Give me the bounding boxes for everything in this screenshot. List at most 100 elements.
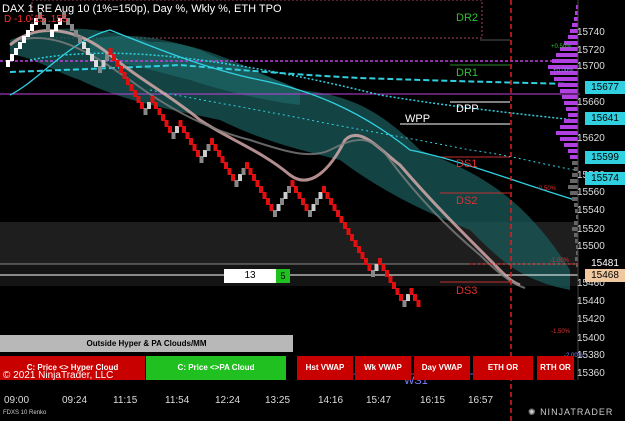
eth-or-button[interactable]: ETH OR: [473, 356, 533, 380]
price-marker: 15599: [585, 151, 625, 164]
renko-brick: [199, 156, 204, 163]
time-tick: 12:24: [215, 395, 241, 406]
renko-brick: [6, 60, 10, 67]
renko-brick: [147, 102, 151, 109]
wk-vwap-button[interactable]: Wk VWAP: [355, 356, 411, 380]
renko-brick: [280, 198, 284, 205]
price-tick: 15660: [577, 97, 605, 108]
renko-brick: [343, 222, 347, 229]
tpo-bar: [552, 59, 578, 63]
renko-brick: [374, 264, 379, 271]
renko-brick: [238, 174, 242, 181]
renko-brick: [413, 294, 417, 301]
renko-brick: [82, 42, 86, 49]
instrument-label: FDXS 10 Renko: [3, 410, 47, 416]
renko-brick: [161, 114, 165, 121]
copyright-text: © 2021 NinjaTrader, LLC: [3, 370, 114, 381]
renko-brick: [283, 192, 288, 199]
renko-brick: [329, 198, 333, 205]
pct-label: -1.00%: [550, 258, 570, 264]
renko-brick: [248, 168, 253, 175]
renko-brick: [26, 30, 30, 37]
tpo-bar: [572, 161, 578, 165]
price-tick: 15400: [577, 333, 605, 344]
renko-brick: [18, 42, 22, 49]
time-tick: 16:57: [468, 395, 494, 406]
renko-brick: [364, 258, 368, 265]
renko-brick: [98, 66, 102, 73]
renko-brick: [301, 198, 305, 205]
renko-brick: [308, 210, 312, 217]
renko-brick: [185, 132, 190, 139]
pct-label: -1.50%: [551, 329, 571, 335]
renko-brick: [210, 138, 214, 145]
price-tick: 15360: [577, 368, 605, 379]
renko-brick: [367, 264, 372, 271]
renko-brick: [175, 126, 179, 133]
renko-brick: [371, 270, 375, 277]
renko-brick: [346, 228, 351, 235]
renko-brick: [339, 216, 344, 223]
renko-brick: [255, 180, 260, 187]
renko-brick: [266, 198, 270, 205]
tpo-bar: [568, 113, 578, 117]
tpo-bar: [574, 17, 578, 21]
renko-brick: [392, 282, 396, 289]
time-tick: 09:24: [62, 395, 88, 406]
hst-vwap-button[interactable]: Hst VWAP: [297, 356, 353, 380]
renko-brick: [192, 144, 197, 151]
tpo-bar: [556, 131, 578, 135]
time-tick: 13:25: [265, 395, 291, 406]
renko-brick: [220, 156, 225, 163]
level-wpp: WPP: [405, 113, 431, 125]
price-pa-cloud-button[interactable]: C: Price <>PA Cloud: [146, 356, 286, 380]
renko-brick: [112, 54, 116, 61]
renko-brick: [325, 192, 330, 199]
renko-brick: [294, 186, 298, 193]
price-tick: 15700: [577, 61, 605, 72]
renko-brick: [171, 132, 176, 139]
renko-brick: [50, 30, 54, 37]
tpo-bar: [558, 83, 578, 87]
chart-subtitle: D -1.0 15 .155: [4, 14, 68, 25]
renko-brick: [119, 66, 123, 73]
level-dr1: DR1: [456, 67, 479, 79]
rth-or-button[interactable]: RTH OR: [537, 356, 574, 380]
level-ds1: DS1: [456, 158, 478, 170]
renko-brick: [234, 180, 239, 187]
tpo-bar: [554, 77, 578, 81]
renko-brick: [259, 186, 263, 193]
price-tick: 15500: [577, 241, 605, 252]
renko-brick: [227, 168, 232, 175]
tpo-bar: [564, 143, 578, 147]
tpo-bar: [570, 155, 578, 159]
price-tick: 15540: [577, 205, 605, 216]
bar-counter-side: 5: [276, 269, 290, 283]
tpo-bar: [564, 101, 578, 105]
renko-brick: [332, 204, 337, 211]
renko-brick: [136, 96, 141, 103]
renko-brick: [304, 204, 309, 211]
renko-brick: [94, 60, 98, 67]
renko-brick: [105, 54, 109, 61]
time-tick: 15:47: [366, 395, 392, 406]
renko-brick: [70, 24, 74, 31]
renko-brick: [311, 204, 316, 211]
price-marker: 15641: [585, 112, 625, 125]
renko-brick: [126, 78, 130, 85]
renko-brick: [406, 294, 410, 301]
renko-brick: [108, 48, 113, 55]
day-vwap-button[interactable]: Day VWAP: [414, 356, 470, 380]
renko-brick: [357, 246, 361, 253]
renko-brick: [378, 258, 382, 265]
tpo-bar: [564, 119, 578, 123]
price-tick: 15740: [577, 27, 605, 38]
last-price-marker: 15468: [585, 269, 625, 282]
tpo-bar: [560, 89, 578, 93]
renko-brick: [30, 24, 34, 31]
renko-brick: [262, 192, 267, 199]
renko-brick: [203, 150, 207, 157]
renko-brick: [178, 120, 183, 127]
tpo-bar: [560, 125, 578, 129]
renko-brick: [46, 24, 50, 31]
